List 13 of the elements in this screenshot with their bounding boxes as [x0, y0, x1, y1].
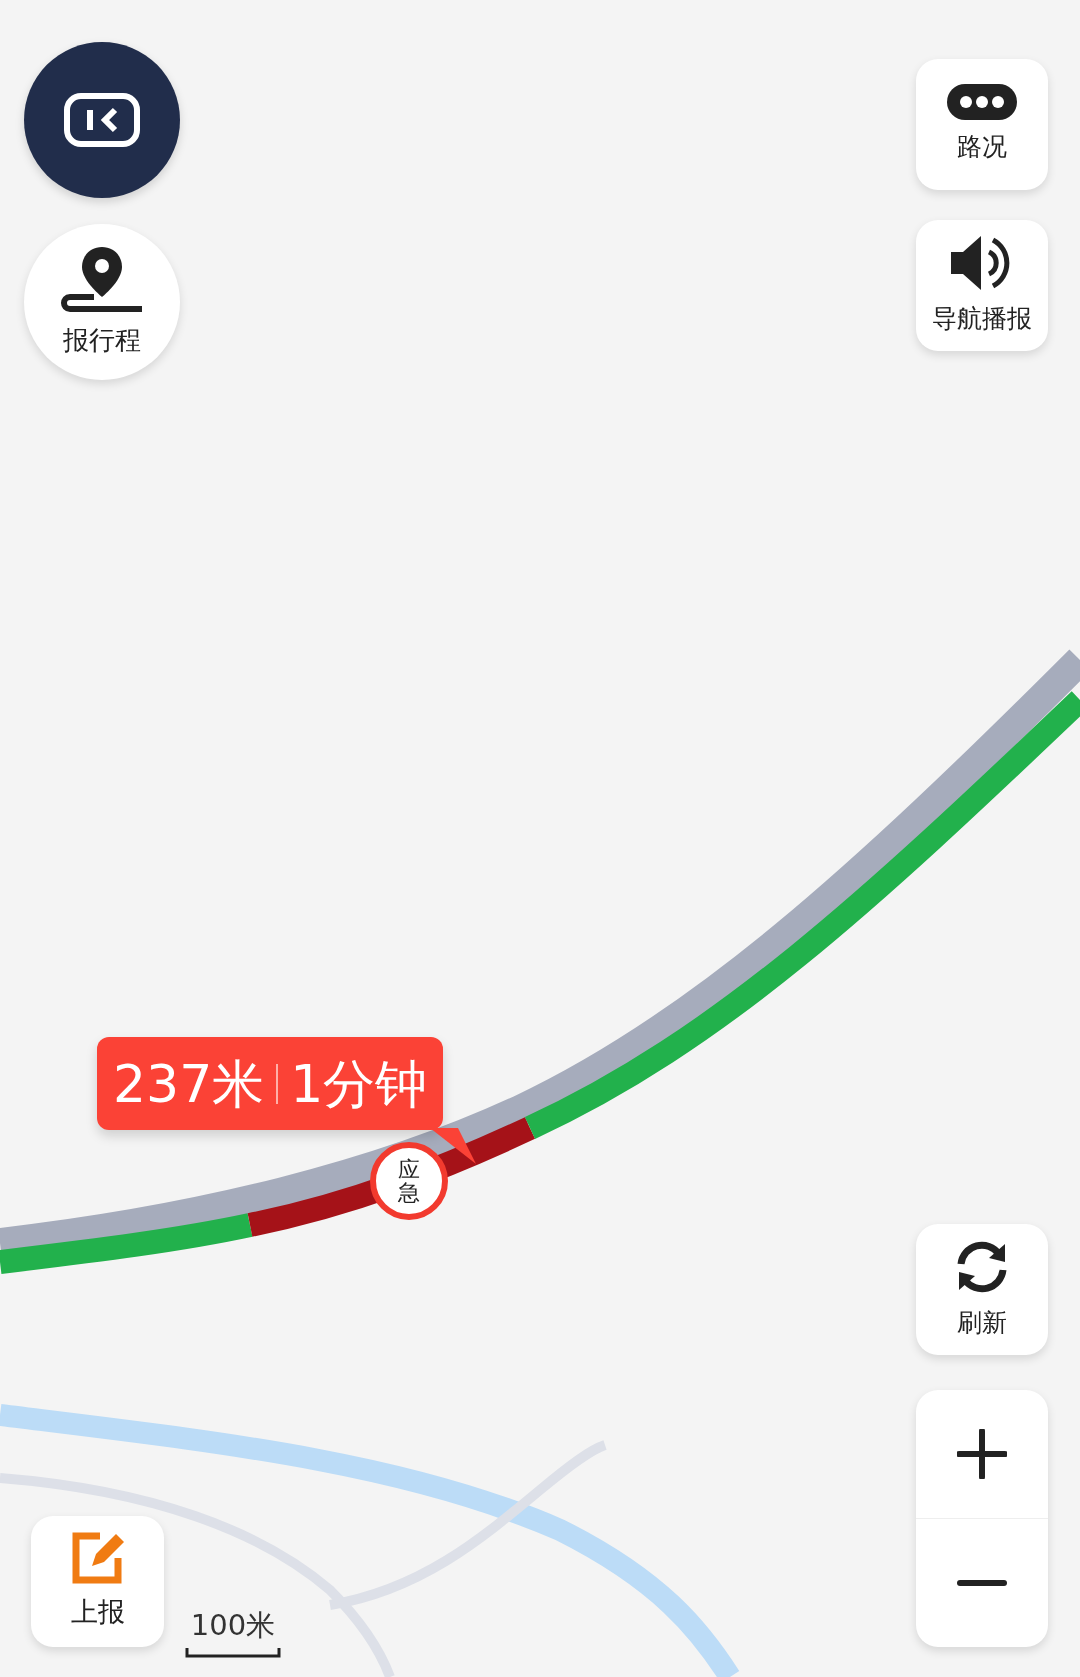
- refresh-button[interactable]: 刷新: [916, 1224, 1048, 1355]
- exit-icon: [63, 92, 141, 148]
- trip-report-button[interactable]: 报行程: [24, 224, 180, 380]
- distance-text: 237米: [113, 1052, 265, 1116]
- marker-label: 应急: [398, 1157, 420, 1205]
- ellipsis-icon: [947, 83, 1017, 120]
- traffic-button[interactable]: 路况: [916, 59, 1048, 190]
- zoom-out-icon: [957, 1579, 1007, 1587]
- voice-broadcast-button[interactable]: 导航播报: [916, 220, 1048, 351]
- report-button[interactable]: 上报: [31, 1516, 164, 1647]
- zoom-in-icon: [957, 1429, 1007, 1479]
- time-text: 1分钟: [290, 1052, 428, 1116]
- scale-label: 100米: [190, 1607, 276, 1644]
